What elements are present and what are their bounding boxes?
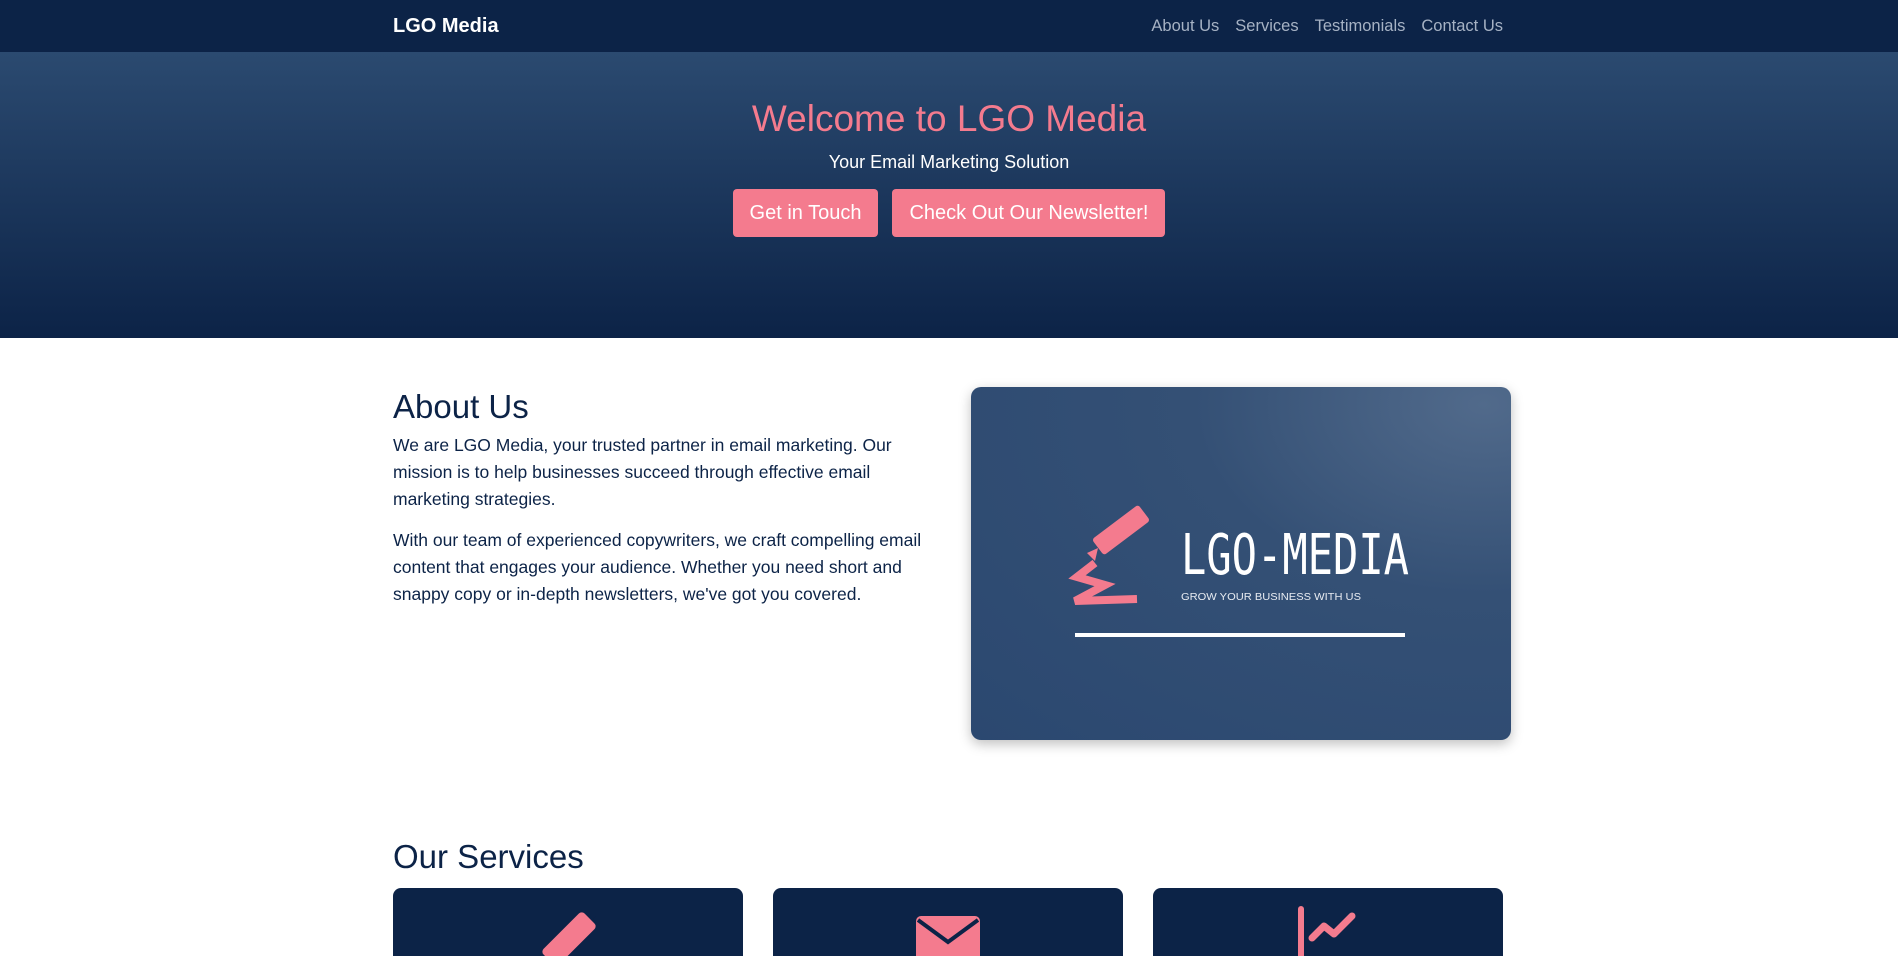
logo-tagline: GROW YOUR BUSINESS WITH US <box>1181 592 1361 603</box>
lgo-media-logo: LGO-MEDIA GROW YOUR BUSINESS WITH US <box>1068 505 1409 637</box>
envelope-icon <box>916 916 980 956</box>
services-title: Our Services <box>393 838 584 875</box>
brand-logo-link[interactable]: LGO Media <box>393 15 499 38</box>
service-card-email[interactable] <box>773 888 1123 956</box>
services-section: Our Services <box>0 740 1898 956</box>
hero-subtitle: Your Email Marketing Solution <box>828 152 1070 172</box>
pencil-icon <box>542 912 600 956</box>
chart-line-icon <box>1298 906 1356 956</box>
service-card-analytics[interactable] <box>1153 888 1503 956</box>
nav-link-testimonials[interactable]: Testimonials <box>1315 17 1406 36</box>
about-logo-image: LGO-MEDIA GROW YOUR BUSINESS WITH US <box>971 387 1511 740</box>
services-grid <box>393 888 1511 956</box>
newsletter-button[interactable]: Check Out Our Newsletter! <box>892 189 1166 237</box>
about-title: About Us <box>393 388 529 425</box>
navbar: LGO Media About Us Services Testimonials… <box>0 0 1898 52</box>
nav-link-contact[interactable]: Contact Us <box>1421 17 1503 36</box>
hero-section: Welcome to LGO Media Your Email Marketin… <box>0 52 1898 338</box>
about-section: About Us We are LGO Media, your trusted … <box>0 338 1898 740</box>
nav-links: About Us Services Testimonials Contact U… <box>1151 17 1503 36</box>
nav-link-services[interactable]: Services <box>1235 17 1298 36</box>
service-card-copywriting[interactable] <box>393 888 743 956</box>
logo-wordmark: LGO-MEDIA <box>1181 523 1409 588</box>
about-paragraph-1: We are LGO Media, your trusted partner i… <box>393 435 892 509</box>
pencil-logo-icon <box>1068 505 1149 605</box>
get-in-touch-button[interactable]: Get in Touch <box>732 189 879 237</box>
hero-title: Welcome to LGO Media <box>751 98 1147 139</box>
logo-underline <box>1075 633 1405 637</box>
about-paragraph-2: With our team of experienced copywriters… <box>393 530 922 604</box>
about-text: About Us We are LGO Media, your trusted … <box>393 388 935 740</box>
hero-buttons: Get in Touch Check Out Our Newsletter! <box>0 189 1898 237</box>
nav-link-about[interactable]: About Us <box>1151 17 1219 36</box>
